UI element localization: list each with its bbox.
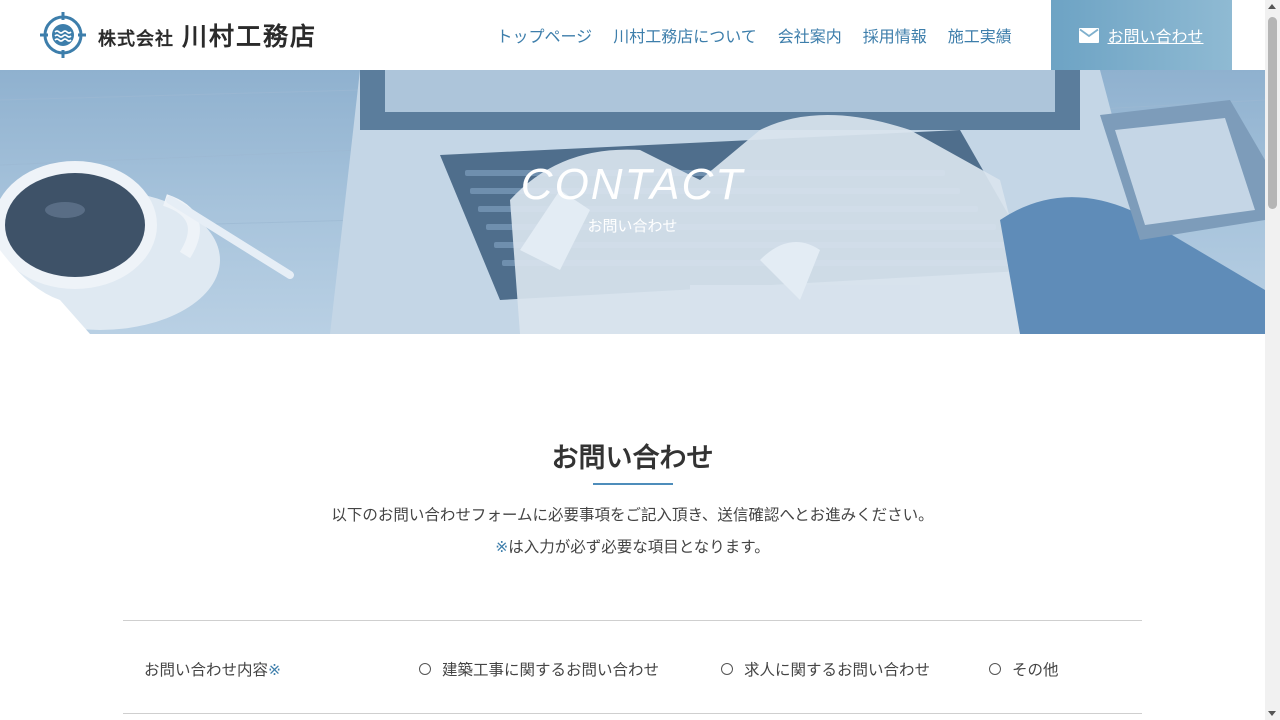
radio-construction[interactable]: 建築工事に関するお問い合わせ [419, 658, 659, 680]
radio-circle[interactable] [989, 663, 1001, 675]
page-scrollbar[interactable] [1265, 0, 1280, 720]
inquiry-type-label: お問い合わせ内容※ [144, 658, 281, 680]
inquiry-type-label-text: お問い合わせ内容 [144, 661, 269, 679]
required-note-text: は入力が必ず必要な項目となります。 [508, 538, 770, 556]
logo-company-type: 株式会社 [98, 29, 174, 50]
required-note: ※は入力が必ず必要な項目となります。 [0, 535, 1265, 557]
required-mark: ※ [268, 661, 282, 679]
logo-mark-icon [40, 12, 86, 58]
site-logo[interactable]: 株式会社 川村工務店 [40, 12, 317, 58]
radio-circle[interactable] [721, 663, 733, 675]
logo-company-name: 川村工務店 [182, 22, 318, 51]
hero-title: CONTACT [520, 160, 745, 209]
site-header: 株式会社 川村工務店 トップページ 川村工務店について 会社案内 採用情報 施工… [0, 0, 1265, 70]
required-mark: ※ [495, 538, 509, 556]
form-divider-bottom [123, 713, 1142, 714]
hero-subtitle: お問い合わせ [587, 217, 678, 235]
radio-recruit[interactable]: 求人に関するお問い合わせ [721, 658, 930, 680]
nav-company[interactable]: 会社案内 [778, 23, 842, 47]
radio-label: 建築工事に関するお問い合わせ [442, 661, 660, 679]
main-nav: トップページ 川村工務店について 会社案内 採用情報 施工実績 [486, 0, 1022, 70]
nav-about[interactable]: 川村工務店について [613, 23, 757, 47]
nav-recruit[interactable]: 採用情報 [863, 23, 927, 47]
nav-top[interactable]: トップページ [497, 23, 593, 47]
title-underline [593, 483, 673, 485]
nav-works[interactable]: 施工実績 [948, 23, 1012, 47]
intro-text: 以下のお問い合わせフォームに必要事項をご記入頂き、送信確認へとお進みください。 [331, 506, 934, 524]
contact-button-label: お問い合わせ [1107, 27, 1204, 46]
hero-banner: CONTACT お問い合わせ [0, 70, 1265, 334]
contact-button[interactable]: お問い合わせ [1051, 0, 1232, 70]
scroll-down-arrow-icon[interactable] [1268, 711, 1276, 716]
scroll-thumb[interactable] [1268, 17, 1277, 209]
page-title: お問い合わせ [551, 443, 714, 474]
radio-label: その他 [1012, 661, 1059, 679]
mail-icon [1079, 27, 1100, 43]
radio-other[interactable]: その他 [989, 658, 1059, 680]
form-divider-top [123, 620, 1142, 621]
scroll-up-arrow-icon[interactable] [1268, 4, 1276, 9]
radio-label: 求人に関するお問い合わせ [744, 661, 931, 679]
radio-circle[interactable] [419, 663, 431, 675]
logo-text: 株式会社 川村工務店 [98, 17, 317, 53]
